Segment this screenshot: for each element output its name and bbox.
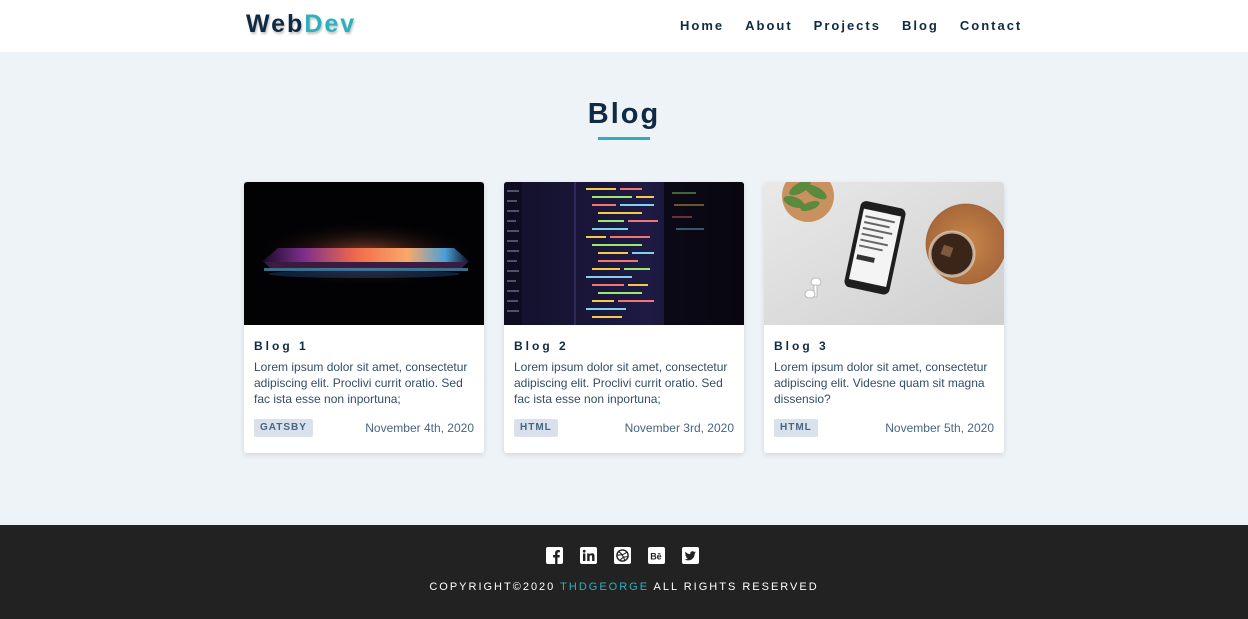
blog-card[interactable]: Blog 2 Lorem ipsum dolor sit amet, conse… <box>504 182 744 453</box>
facebook-icon[interactable] <box>546 547 563 564</box>
copyright-name[interactable]: THDGEORGE <box>560 581 649 593</box>
logo-part2: Dev <box>304 10 357 38</box>
phone-desk-image[interactable] <box>764 182 1004 325</box>
behance-icon[interactable]: Bē <box>648 547 665 564</box>
blog-title[interactable]: Blog 1 <box>254 339 309 353</box>
blog-date: November 3rd, 2020 <box>624 421 734 435</box>
blog-description: Lorem ipsum dolor sit amet, consectetur … <box>774 360 988 406</box>
logo-part1: Web <box>246 10 305 38</box>
laptop-glow-image[interactable] <box>244 182 484 325</box>
nav-contact[interactable]: Contact <box>960 18 1022 33</box>
blog-description: Lorem ipsum dolor sit amet, consectetur … <box>514 360 728 406</box>
site-footer: Bē COPYRIGHT©2020 THDGEORGE ALL RIGHTS R… <box>0 525 1248 619</box>
blog-tag[interactable]: GATSBY <box>254 419 313 437</box>
blog-title[interactable]: Blog 2 <box>514 339 569 353</box>
logo[interactable]: WebDev <box>246 10 356 39</box>
copyright-suffix: ALL RIGHTS RESERVED <box>653 581 819 593</box>
section-title: Blog <box>587 98 661 130</box>
linkedin-icon[interactable] <box>580 547 597 564</box>
blog-card[interactable]: Blog 1 Lorem ipsum dolor sit amet, conse… <box>244 182 484 453</box>
nav-projects[interactable]: Projects <box>814 18 881 33</box>
blog-date: November 5th, 2020 <box>885 421 994 435</box>
nav-blog[interactable]: Blog <box>902 18 939 33</box>
nav-home[interactable]: Home <box>680 18 724 33</box>
copyright-prefix: COPYRIGHT©2020 <box>429 581 556 593</box>
social-links: Bē <box>546 547 699 564</box>
blog-tag[interactable]: HTML <box>774 419 818 437</box>
code-screen-image[interactable] <box>504 182 744 325</box>
blog-date: November 4th, 2020 <box>365 421 474 435</box>
blog-title[interactable]: Blog 3 <box>774 339 829 353</box>
main-nav: Home About Projects Blog Contact <box>680 18 1022 33</box>
nav-about[interactable]: About <box>745 18 793 33</box>
blog-card[interactable]: Blog 3 Lorem ipsum dolor sit amet, conse… <box>764 182 1004 453</box>
blog-description: Lorem ipsum dolor sit amet, consectetur … <box>254 360 468 406</box>
title-underline <box>598 137 650 140</box>
dribbble-icon[interactable] <box>614 547 631 564</box>
site-header: WebDev Home About Projects Blog Contact <box>0 0 1248 52</box>
copyright-text: COPYRIGHT©2020 THDGEORGE ALL RIGHTS RESE… <box>0 581 1248 593</box>
twitter-icon[interactable] <box>682 547 699 564</box>
svg-text:Bē: Bē <box>650 551 662 561</box>
blog-tag[interactable]: HTML <box>514 419 558 437</box>
